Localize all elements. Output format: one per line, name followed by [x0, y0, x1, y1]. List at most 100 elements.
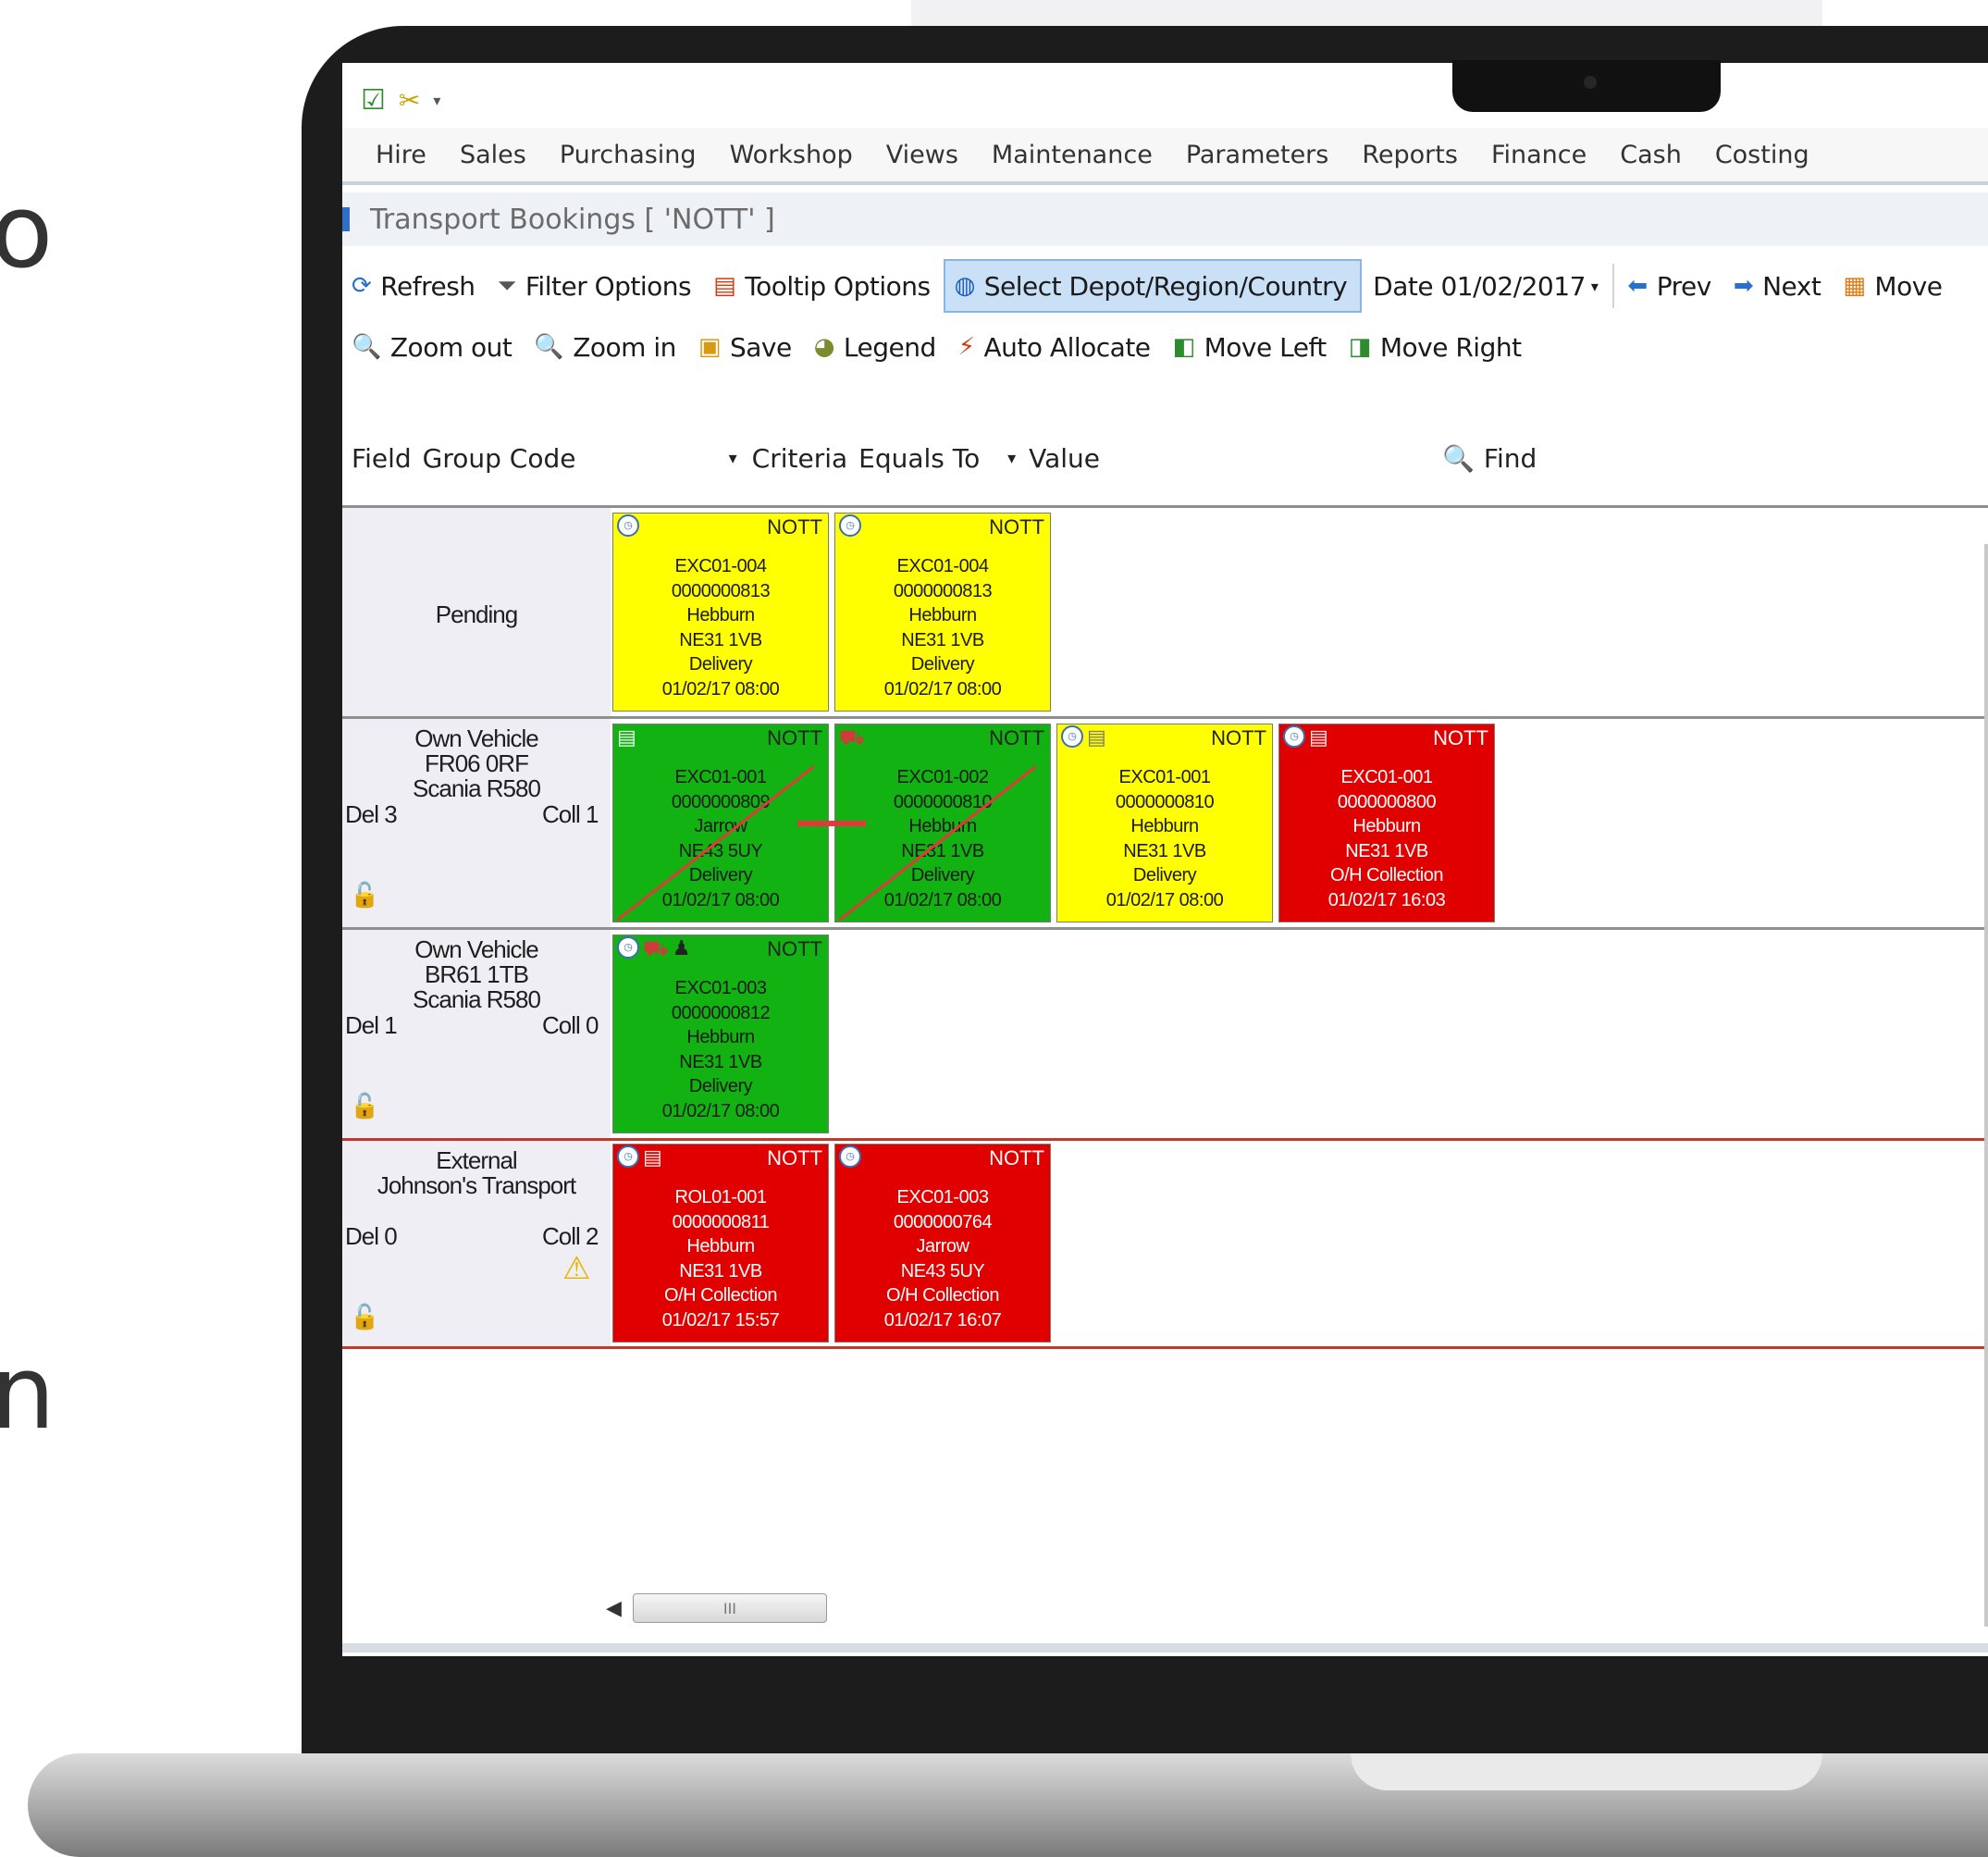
- toolbar-row-2: 🔍 Zoom out 🔍 Zoom in ▣ Save ◕ Legend ⚡ A…: [342, 318, 1535, 376]
- prev-button[interactable]: ⬅ Prev: [1618, 261, 1723, 311]
- window-icon: [342, 207, 350, 231]
- padlock-icon[interactable]: 🔓: [350, 1303, 379, 1331]
- card-depot: NOTT: [989, 1146, 1044, 1170]
- auto-allocate-button[interactable]: ⚡ Auto Allocate: [949, 322, 1164, 372]
- card-line: 01/02/17 08:00: [883, 678, 1002, 699]
- card-depot: NOTT: [767, 1146, 822, 1170]
- globe-icon: ◍: [954, 272, 976, 300]
- card-line: Jarrow: [694, 816, 747, 836]
- select-depot-button[interactable]: ◍ Select Depot/Region/Country: [943, 259, 1363, 313]
- card-line: ROL01-001: [674, 1187, 767, 1207]
- booking-card[interactable]: ◷ ⛟ ♟ NOTT EXC01-003 0000000812 Hebburn NE…: [612, 935, 829, 1133]
- arrow-right-icon: ➡: [1733, 272, 1754, 300]
- menu-views[interactable]: Views: [870, 141, 975, 169]
- menu-workshop[interactable]: Workshop: [713, 141, 870, 169]
- menu-bar: Hire Sales Purchasing Workshop Views Mai…: [342, 128, 1988, 185]
- menu-parameters[interactable]: Parameters: [1169, 141, 1346, 169]
- card-line: NE31 1VB: [679, 629, 762, 650]
- refresh-button[interactable]: ⟳ Refresh: [342, 261, 488, 311]
- zoom-out-button[interactable]: 🔍 Zoom out: [342, 322, 525, 372]
- card-line: 0000000812: [671, 1002, 771, 1023]
- legend-button[interactable]: ◕ Legend: [805, 322, 949, 372]
- clock-icon: ◷: [839, 1145, 861, 1168]
- menu-cash[interactable]: Cash: [1603, 141, 1698, 169]
- card-line: Hebburn: [686, 1236, 755, 1257]
- padlock-icon[interactable]: 🔓: [350, 1092, 379, 1120]
- card-icons: ◷: [617, 514, 639, 537]
- padlock-icon[interactable]: 🔓: [350, 881, 379, 910]
- side-text-top: o: [0, 172, 54, 291]
- card-line: Delivery: [688, 654, 753, 675]
- clock-icon: ◷: [617, 936, 639, 959]
- clipboard-icon: ▤: [1087, 725, 1106, 749]
- booking-card[interactable]: ◷ ▤ NOTT ROL01-001 0000000811 Hebburn NE3…: [612, 1144, 829, 1343]
- save-label: Save: [729, 331, 792, 363]
- person-icon: ♟: [672, 936, 691, 959]
- menu-maintenance[interactable]: Maintenance: [975, 141, 1169, 169]
- toolbar-separator: [1612, 264, 1615, 308]
- move-right-button[interactable]: ◨ Move Right: [1340, 322, 1535, 372]
- card-line: Delivery: [910, 865, 975, 885]
- card-line: 0000000813: [893, 580, 993, 601]
- toolbar-row-1: ⟳ Refresh ⏷ Filter Options ▤ Tooltip Opt…: [342, 257, 1956, 315]
- booking-card[interactable]: ◷ NOTT EXC01-003 0000000764 Jarrow NE43 …: [834, 1144, 1051, 1343]
- menu-purchasing[interactable]: Purchasing: [543, 141, 713, 169]
- row-label-line: BR61 1TB: [425, 960, 529, 988]
- booking-card[interactable]: ◷ NOTT EXC01-004 0000000813 Hebburn NE31…: [834, 513, 1051, 712]
- card-icons: ⛟: [839, 725, 865, 752]
- card-line: 0000000810: [893, 791, 993, 812]
- tools-icon[interactable]: ✂: [399, 85, 420, 116]
- card-line: 01/02/17 08:00: [661, 678, 780, 699]
- dropdown-caret-icon[interactable]: ▾: [433, 92, 440, 109]
- clipboard-icon: ▤: [643, 1145, 662, 1169]
- tooltip-options-button[interactable]: ▤ Tooltip Options: [704, 261, 943, 311]
- window-title: Transport Bookings [ 'NOTT' ]: [370, 203, 775, 236]
- booking-card[interactable]: ▤ NOTT EXC01-001 0000000809 Jarrow NE43 …: [612, 724, 829, 922]
- schedule-grid: Pending ◷ NOTT EXC01-004 0000000813 Hebb…: [342, 440, 1988, 1656]
- camera-icon: [1584, 76, 1597, 89]
- card-line: 0000000813: [671, 580, 771, 601]
- row-label: Pending: [342, 508, 611, 716]
- date-label: Date 01/02/2017: [1373, 270, 1586, 302]
- delivery-count: Del 0: [345, 1222, 398, 1250]
- save-check-icon[interactable]: ☑: [361, 84, 386, 117]
- card-line: 01/02/17 08:00: [1105, 889, 1224, 910]
- legend-label: Legend: [843, 331, 936, 363]
- move-button[interactable]: ▦ Move: [1834, 261, 1955, 311]
- next-button[interactable]: ➡ Next: [1724, 261, 1834, 311]
- card-body: EXC01-001 0000000810 Hebburn NE31 1VB De…: [1057, 765, 1272, 912]
- clipboard-icon: ▤: [1309, 725, 1328, 749]
- booking-card[interactable]: ◷ NOTT EXC01-004 0000000813 Hebburn NE31…: [612, 513, 829, 712]
- card-line: O/H Collection: [886, 1285, 999, 1306]
- warning-icon[interactable]: ⚠: [562, 1250, 590, 1287]
- menu-sales[interactable]: Sales: [443, 141, 543, 169]
- card-line: NE31 1VB: [1123, 840, 1206, 861]
- menu-reports[interactable]: Reports: [1345, 141, 1475, 169]
- truck-icon: ⛟: [839, 725, 865, 749]
- scroll-left-icon[interactable]: ◀: [606, 1597, 622, 1620]
- card-line: EXC01-003: [896, 1187, 989, 1207]
- card-line: Delivery: [910, 654, 975, 675]
- row-label: Own Vehicle FR06 0RF Scania R580 Del 3 C…: [342, 719, 611, 927]
- scrollbar-thumb[interactable]: III: [632, 1593, 827, 1623]
- vertical-scrollbar[interactable]: [1984, 544, 1988, 1627]
- card-line: 01/02/17 16:07: [883, 1309, 1002, 1331]
- save-button[interactable]: ▣ Save: [689, 322, 805, 372]
- horizontal-scrollbar[interactable]: ◀ III: [606, 1591, 1809, 1625]
- zoom-in-button[interactable]: 🔍 Zoom in: [525, 322, 689, 372]
- auto-allocate-icon: ⚡: [957, 333, 975, 361]
- card-line: 0000000764: [893, 1211, 993, 1232]
- booking-card[interactable]: ◷ ▤ NOTT EXC01-001 0000000810 Hebburn NE3…: [1056, 724, 1273, 922]
- side-text-bottom: n: [0, 1333, 56, 1452]
- filter-options-button[interactable]: ⏷ Filter Options: [488, 261, 705, 311]
- menu-finance[interactable]: Finance: [1475, 141, 1603, 169]
- menu-hire[interactable]: Hire: [342, 141, 443, 169]
- menu-costing[interactable]: Costing: [1698, 141, 1826, 169]
- clock-icon: ◷: [1061, 725, 1083, 748]
- booking-card[interactable]: ◷ ▤ NOTT EXC01-001 0000000800 Hebburn NE3…: [1278, 724, 1495, 922]
- date-dropdown[interactable]: Date 01/02/2017 ▾: [1362, 261, 1609, 311]
- palette-icon: ◕: [813, 333, 835, 361]
- card-header: ◷ NOTT: [835, 1145, 1050, 1172]
- booking-card[interactable]: ⛟ NOTT EXC01-002 0000000810 Hebburn NE31…: [834, 724, 1051, 922]
- move-left-button[interactable]: ◧ Move Left: [1164, 322, 1340, 372]
